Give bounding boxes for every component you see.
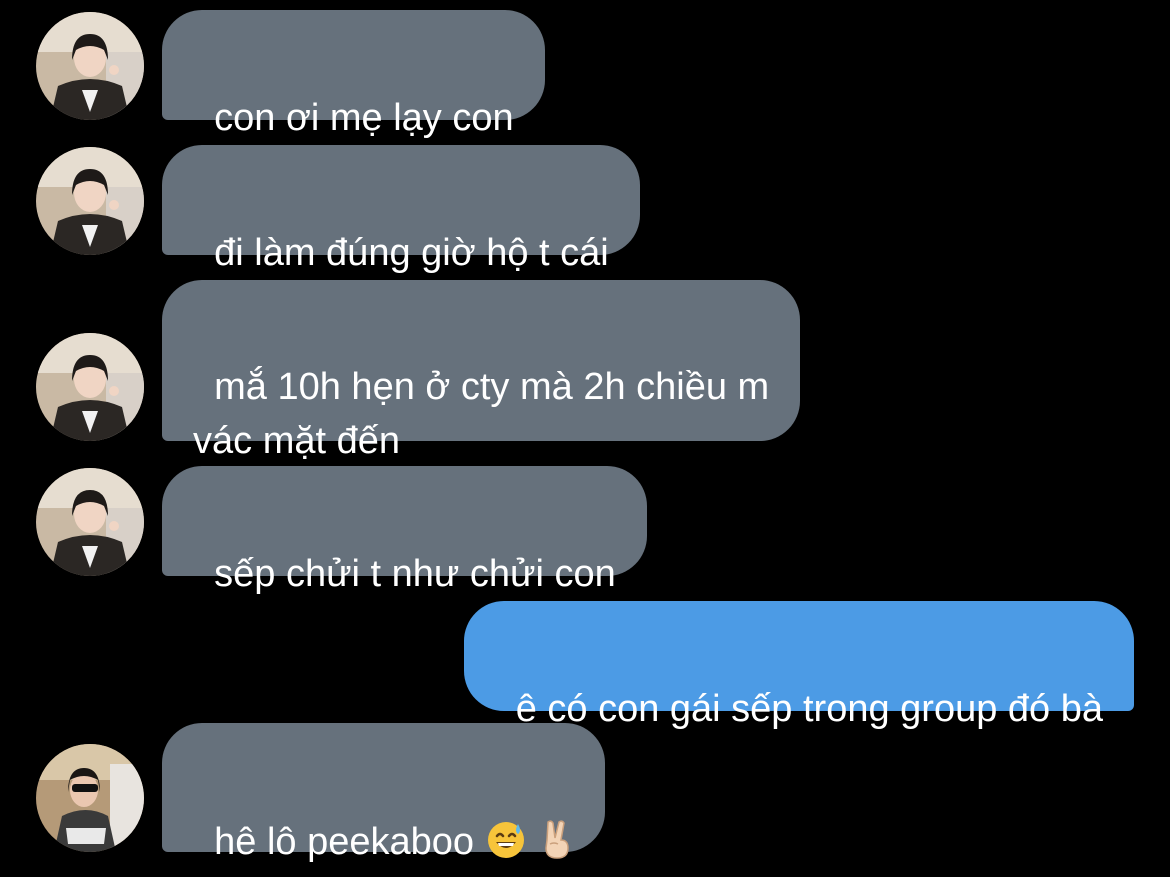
message-bubble-outgoing[interactable]: ê có con gái sếp trong group đó bà — [463, 601, 1134, 730]
message-text: hê lô peekaboo — [214, 821, 475, 863]
sweat-smile-emoji-icon — [486, 820, 526, 875]
message-bubble-incoming[interactable]: sếp chửi t như chửi con — [162, 466, 647, 595]
message-bubble-incoming[interactable]: mắ 10h hẹn ở cty mà 2h chiều m vác mặt đ… — [162, 280, 801, 462]
sender-avatar[interactable] — [36, 147, 144, 255]
message-text: đi làm đúng giờ hộ t cái — [214, 232, 609, 274]
message-bubble-incoming[interactable]: hê lô peekaboo — [162, 723, 606, 863]
sender-avatar[interactable] — [36, 333, 144, 441]
sender-avatar[interactable] — [36, 744, 144, 852]
sender-avatar[interactable] — [36, 12, 144, 120]
sender-avatar[interactable] — [36, 468, 144, 576]
message-bubble-incoming[interactable]: đi làm đúng giờ hộ t cái — [162, 145, 640, 274]
message-text: sếp chửi t như chửi con — [214, 553, 616, 595]
message-bubble-incoming[interactable]: con ơi mẹ lạy con — [162, 10, 545, 139]
message-text: ê có con gái sếp trong group đó bà — [515, 688, 1103, 730]
message-text: mắ 10h hẹn ở cty mà 2h chiều m vác mặt đ… — [193, 366, 770, 462]
message-text: con ơi mẹ lạy con — [214, 97, 514, 139]
victory-hand-emoji-icon — [538, 818, 574, 875]
